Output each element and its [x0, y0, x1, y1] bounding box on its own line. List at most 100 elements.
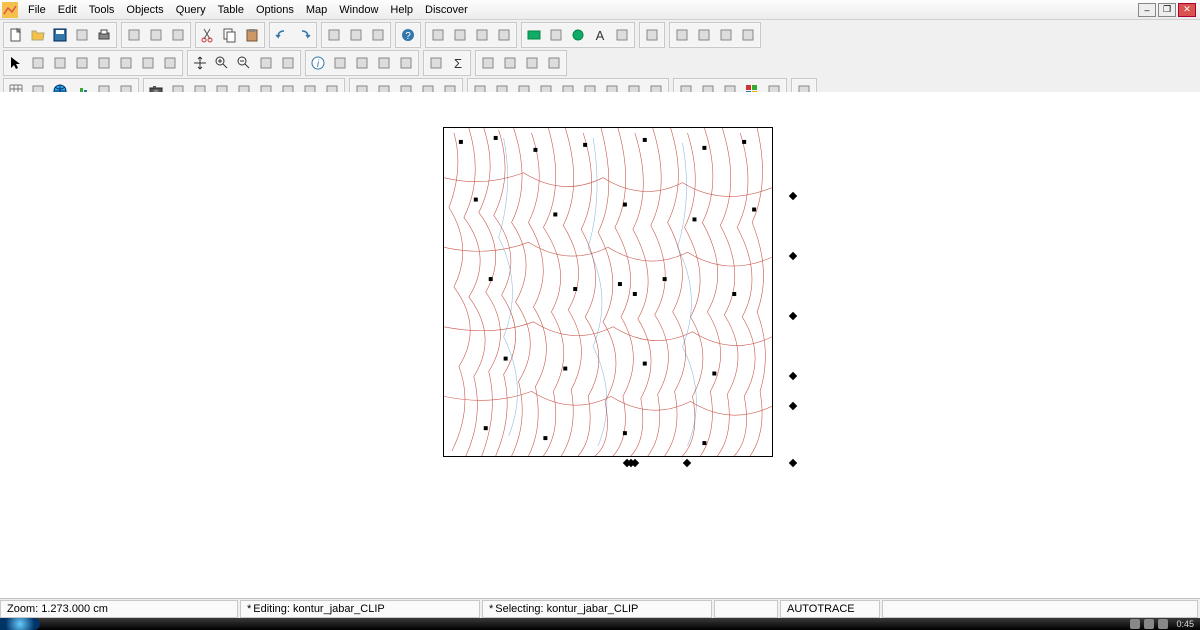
- status-empty1: [714, 600, 778, 618]
- selection-handle[interactable]: [789, 459, 797, 467]
- undo-icon[interactable]: [271, 24, 293, 46]
- selection-handle[interactable]: [789, 252, 797, 260]
- svg-text:Σ: Σ: [454, 56, 462, 71]
- status-editing-label: Editing: kontur_jabar_CLIP: [253, 603, 384, 615]
- graph-icon[interactable]: [159, 52, 181, 74]
- label-icon[interactable]: [611, 24, 633, 46]
- menu-help[interactable]: Help: [384, 2, 419, 18]
- zoom-out-icon[interactable]: [233, 52, 255, 74]
- line-style-icon[interactable]: [449, 24, 471, 46]
- districts-icon[interactable]: [425, 52, 447, 74]
- new-layout-icon[interactable]: [367, 24, 389, 46]
- status-bar: Zoom: 1.273.000 cm *Editing: kontur_jaba…: [0, 598, 1200, 618]
- marker-icon[interactable]: [427, 24, 449, 46]
- legend-icon[interactable]: [373, 52, 395, 74]
- zoom-ext-icon[interactable]: [255, 52, 277, 74]
- radius-icon[interactable]: [49, 52, 71, 74]
- tile-icon[interactable]: [145, 24, 167, 46]
- frame-icon[interactable]: [641, 24, 663, 46]
- status-autotrace[interactable]: AUTOTRACE: [780, 600, 880, 618]
- taskbar: 0:45: [0, 618, 1200, 630]
- print-icon[interactable]: [93, 24, 115, 46]
- status-empty2: [882, 600, 1198, 618]
- pan-icon[interactable]: [189, 52, 211, 74]
- zoom-prev-icon[interactable]: [277, 52, 299, 74]
- add-node-icon[interactable]: [521, 52, 543, 74]
- info-icon[interactable]: i: [307, 52, 329, 74]
- paste-icon[interactable]: [241, 24, 263, 46]
- overlay-icon[interactable]: [543, 52, 565, 74]
- text-tool-icon[interactable]: A: [589, 24, 611, 46]
- hot-link-icon[interactable]: [329, 52, 351, 74]
- contour-layer: [444, 128, 772, 456]
- rectangle-icon[interactable]: [523, 24, 545, 46]
- selection-handle[interactable]: [789, 192, 797, 200]
- tray-icon[interactable]: [1158, 619, 1168, 629]
- menu-table[interactable]: Table: [212, 2, 250, 18]
- new-file-icon[interactable]: [5, 24, 27, 46]
- unselect-icon[interactable]: [137, 52, 159, 74]
- boundary-icon[interactable]: [93, 52, 115, 74]
- map-window-icon[interactable]: [345, 24, 367, 46]
- open-file-icon[interactable]: [27, 24, 49, 46]
- svg-text:?: ?: [405, 31, 411, 42]
- close-button[interactable]: ✕: [1178, 3, 1196, 17]
- circle-icon[interactable]: [567, 24, 589, 46]
- save-icon[interactable]: [49, 24, 71, 46]
- start-button[interactable]: [0, 618, 40, 630]
- status-editing[interactable]: *Editing: kontur_jabar_CLIP: [240, 600, 480, 618]
- pointer-icon[interactable]: [5, 52, 27, 74]
- menu-discover[interactable]: Discover: [419, 2, 474, 18]
- svg-text:A: A: [596, 28, 605, 43]
- selection-handle[interactable]: [683, 459, 691, 467]
- menu-tools[interactable]: Tools: [83, 2, 121, 18]
- copy-icon[interactable]: [219, 24, 241, 46]
- cut-icon[interactable]: [197, 24, 219, 46]
- layer-icon[interactable]: [351, 52, 373, 74]
- window-controls: – ❐ ✕: [1138, 3, 1198, 17]
- restore-button[interactable]: ❐: [1158, 3, 1176, 17]
- menubar: File Edit Tools Objects Query Table Opti…: [0, 0, 1200, 20]
- clip-icon[interactable]: [477, 52, 499, 74]
- menu-edit[interactable]: Edit: [52, 2, 83, 18]
- status-zoom[interactable]: Zoom: 1.273.000 cm: [0, 600, 238, 618]
- reshape-icon[interactable]: [499, 52, 521, 74]
- save-all-icon[interactable]: [71, 24, 93, 46]
- menu-map[interactable]: Map: [300, 2, 333, 18]
- help-icon[interactable]: ?: [397, 24, 419, 46]
- menu-query[interactable]: Query: [170, 2, 212, 18]
- app-icon: [2, 2, 18, 18]
- zoom-in-icon[interactable]: [211, 52, 233, 74]
- browser-icon[interactable]: [323, 24, 345, 46]
- status-selecting-label: Selecting: kontur_jabar_CLIP: [495, 603, 638, 615]
- map-canvas[interactable]: [0, 92, 1200, 598]
- text-style-icon[interactable]: [493, 24, 515, 46]
- menu-options[interactable]: Options: [250, 2, 300, 18]
- sum-icon[interactable]: Σ: [447, 52, 469, 74]
- invert-icon[interactable]: [115, 52, 137, 74]
- clock[interactable]: 0:45: [1176, 619, 1194, 629]
- map-frame[interactable]: [443, 127, 773, 457]
- status-selecting[interactable]: *Selecting: kontur_jabar_CLIP: [482, 600, 712, 618]
- marquee-icon[interactable]: [27, 52, 49, 74]
- filled-rect-icon[interactable]: [545, 24, 567, 46]
- redo-icon[interactable]: [293, 24, 315, 46]
- snap-icon[interactable]: [715, 24, 737, 46]
- cascade-icon[interactable]: [167, 24, 189, 46]
- symbol-icon[interactable]: [737, 24, 759, 46]
- ruler-icon[interactable]: [671, 24, 693, 46]
- selection-handle[interactable]: [789, 372, 797, 380]
- menu-file[interactable]: File: [22, 2, 52, 18]
- tray-icon[interactable]: [1130, 619, 1140, 629]
- selection-handle[interactable]: [789, 402, 797, 410]
- statistics-icon[interactable]: [395, 52, 417, 74]
- polygon-select-icon[interactable]: [71, 52, 93, 74]
- tray-icon[interactable]: [1144, 619, 1154, 629]
- selection-handle[interactable]: [789, 312, 797, 320]
- drag-icon[interactable]: [693, 24, 715, 46]
- new-window-icon[interactable]: [123, 24, 145, 46]
- menu-objects[interactable]: Objects: [120, 2, 169, 18]
- minimize-button[interactable]: –: [1138, 3, 1156, 17]
- menu-window[interactable]: Window: [333, 2, 384, 18]
- fill-style-icon[interactable]: [471, 24, 493, 46]
